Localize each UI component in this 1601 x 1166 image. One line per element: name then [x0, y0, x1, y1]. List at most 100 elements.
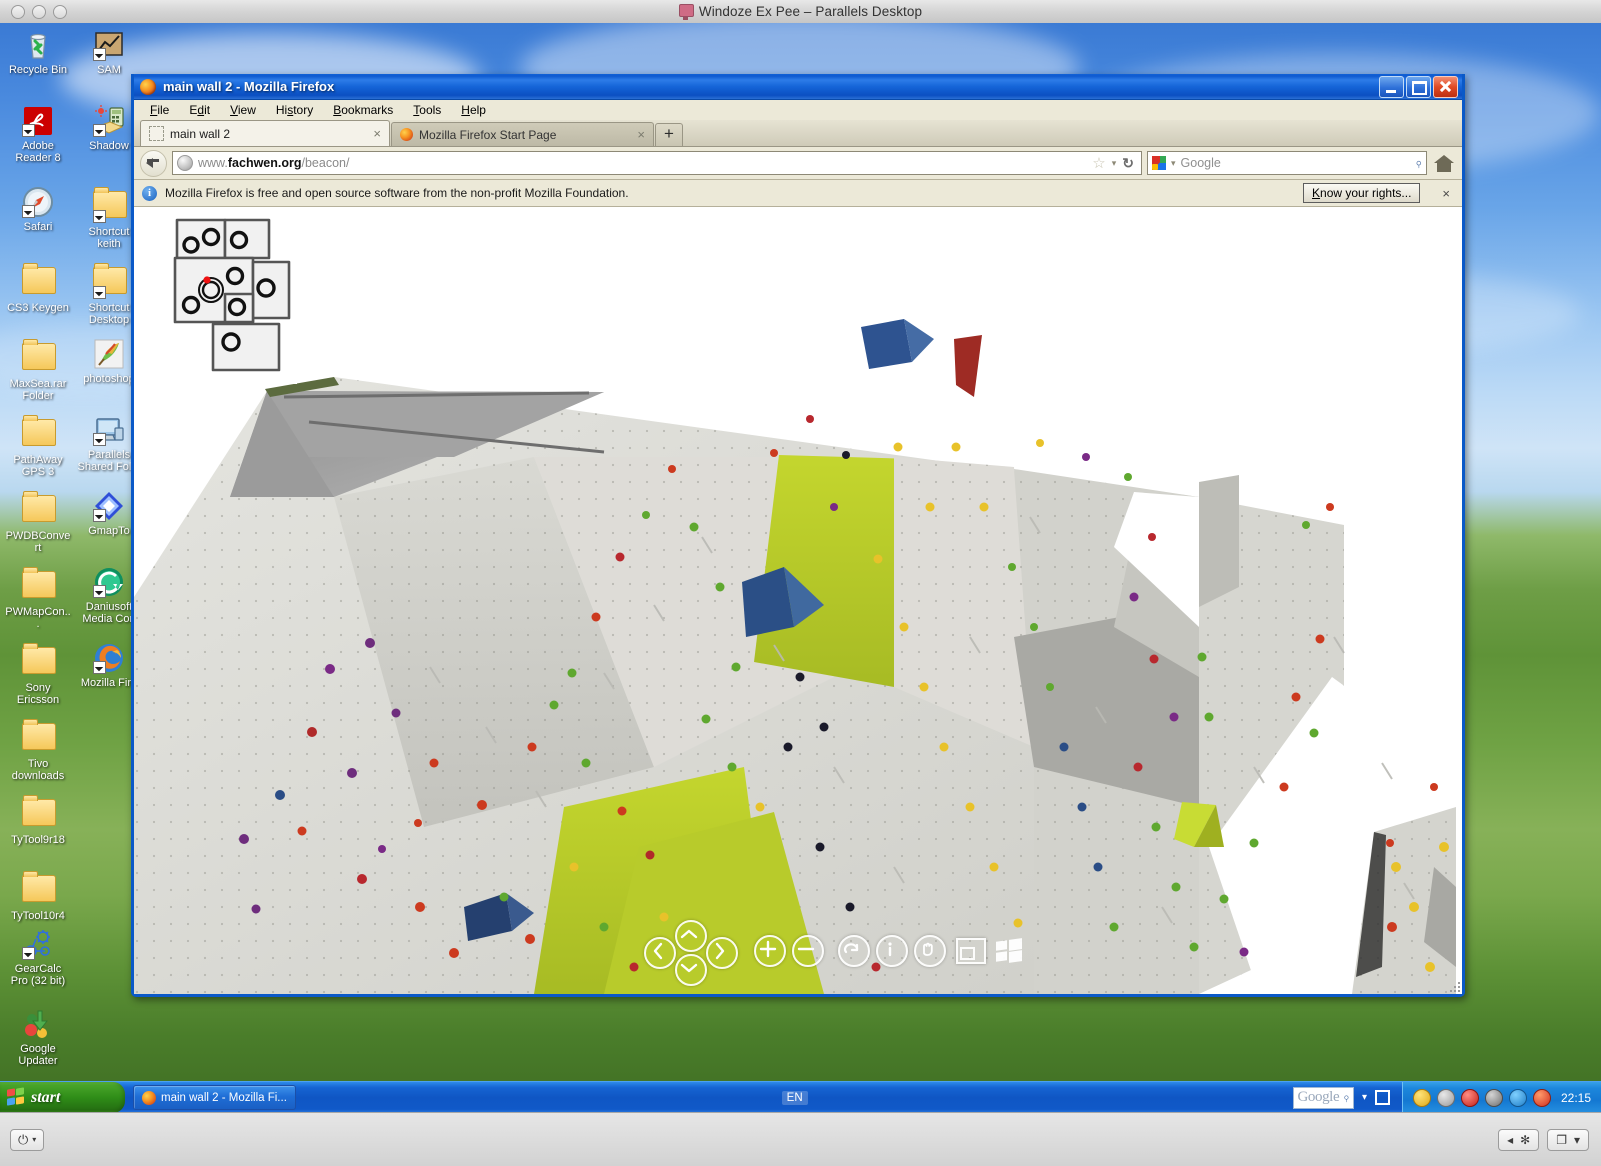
system-tray[interactable]: 22:15 [1401, 1082, 1601, 1113]
network-error-icon[interactable] [1508, 1088, 1527, 1107]
window-resize-grip[interactable] [1447, 979, 1461, 993]
home-icon[interactable] [1432, 151, 1456, 175]
pan-left-button[interactable] [644, 937, 676, 969]
tab-mozilla-firefox-start-page[interactable]: Mozilla Firefox Start Page × [391, 122, 654, 146]
chevron-left-icon: ◂ [1507, 1132, 1514, 1147]
taskbar-item-label: main wall 2 - Mozilla Fi... [161, 1091, 287, 1104]
desktop-icon-pwdbconvert[interactable]: PWDBConvert [5, 490, 71, 554]
desktop-icon-tivo-downloads[interactable]: Tivo downloads [5, 718, 71, 782]
pan-up-button[interactable] [675, 920, 707, 952]
start-button[interactable]: start [0, 1082, 125, 1113]
tab-label: Mozilla Firefox Start Page [419, 127, 557, 142]
shortcut-overlay-icon [22, 124, 35, 137]
desktop-icon-cs3-keygen[interactable]: CS3 Keygen [5, 262, 71, 314]
menu-help[interactable]: Help [453, 101, 494, 119]
address-bar-actions[interactable]: ☆ ▾ ↻ [1092, 154, 1137, 173]
maximize-button[interactable] [1406, 76, 1431, 98]
firefox-titlebar[interactable]: main wall 2 - Mozilla Firefox [134, 74, 1462, 100]
desktop-icon-safari[interactable]: Safari [5, 186, 71, 233]
new-tab-button[interactable]: + [655, 123, 683, 146]
window-controls[interactable] [1379, 76, 1458, 98]
menu-history[interactable]: History [268, 101, 321, 119]
host-bottom-bar[interactable]: ⏻ ▾ ◂ ✻ ❐ ▾ [0, 1112, 1601, 1166]
panorama-image[interactable] [134, 207, 1456, 994]
host-bottom-actions[interactable]: ◂ ✻ ❐ ▾ [1498, 1128, 1589, 1151]
firefox-window[interactable]: main wall 2 - Mozilla Firefox File Edit … [131, 74, 1465, 997]
search-bar[interactable]: ▾ Google ⌕ [1147, 151, 1427, 175]
power-menu-button[interactable]: ⏻ ▾ [10, 1128, 45, 1151]
opera-icon[interactable] [1532, 1088, 1551, 1107]
pan-right-button[interactable] [706, 937, 738, 969]
menu-edit[interactable]: Edit [181, 101, 218, 119]
bookmark-star-icon[interactable]: ☆ [1092, 154, 1105, 172]
page-content[interactable] [134, 207, 1462, 994]
pan-down-button[interactable] [675, 954, 707, 986]
search-icon[interactable]: ⌕ [1339, 1090, 1354, 1105]
tab-main-wall-2[interactable]: main wall 2 × [140, 120, 390, 146]
windows-desktop[interactable]: Recycle Bin SAM Adobe Reader 8 Shadow Sa… [0, 23, 1601, 1113]
chevron-down-icon[interactable]: ▾ [1362, 1092, 1367, 1103]
pan-hand-button[interactable] [914, 935, 946, 967]
folder-icon [22, 263, 56, 299]
close-notification-icon[interactable]: × [1438, 186, 1454, 201]
tab-close-icon[interactable]: × [637, 127, 645, 142]
panorama-control-bar[interactable] [644, 920, 1022, 986]
windows-flag-icon [7, 1087, 26, 1106]
desktop-icon-label: Adobe Reader 8 [15, 140, 61, 164]
desktop-icon-recycle-bin[interactable]: Recycle Bin [5, 29, 71, 76]
desktop-icon-sony-ericsson[interactable]: Sony Ericsson [5, 642, 71, 706]
desktop-icon-pathaway-gps-3[interactable]: PathAway GPS 3 [5, 414, 71, 478]
reload-icon[interactable]: ↻ [1122, 155, 1134, 172]
desktop-icon-label: Sony Ericsson [16, 682, 60, 706]
firefox-notification-bar[interactable]: i Mozilla Firefox is free and open sourc… [134, 180, 1462, 207]
pan-dpad[interactable] [644, 920, 740, 986]
zoom-out-button[interactable] [792, 935, 824, 967]
menu-bookmarks[interactable]: Bookmarks [325, 101, 401, 119]
google-engine-icon[interactable] [1152, 156, 1166, 170]
windows-taskbar[interactable]: start main wall 2 - Mozilla Fi... EN Goo… [0, 1081, 1601, 1113]
tab-close-icon[interactable]: × [373, 126, 381, 141]
search-icon[interactable]: ⌕ [1410, 155, 1426, 171]
back-button[interactable] [140, 149, 167, 177]
firefox-tabstrip[interactable]: main wall 2 × Mozilla Firefox Start Page… [134, 120, 1462, 147]
taskbar-clock[interactable]: 22:15 [1561, 1091, 1591, 1105]
security-shield-icon[interactable] [1412, 1088, 1431, 1107]
host-view-mode-button[interactable]: ❐ ▾ [1547, 1128, 1589, 1151]
wall-plan-minimap[interactable] [167, 212, 297, 384]
minimize-button[interactable] [1379, 76, 1404, 98]
menu-file[interactable]: File [142, 101, 177, 119]
panorama-viewer[interactable] [134, 207, 1456, 994]
desktop-icon-tytool9r18[interactable]: TyTool9r18 [5, 794, 71, 846]
taskbar-item-main-wall-2[interactable]: main wall 2 - Mozilla Fi... [133, 1085, 296, 1110]
info-button[interactable] [876, 935, 908, 967]
desktop-icon-grid[interactable]: Recycle Bin SAM Adobe Reader 8 Shadow Sa… [0, 23, 142, 1067]
antivirus-icon[interactable] [1436, 1088, 1455, 1107]
red-shield-alert-icon[interactable] [1460, 1088, 1479, 1107]
desktop-icon-maxsea-rar-folder[interactable]: MaxSea.rar Folder [5, 338, 71, 402]
fullscreen-button[interactable] [956, 938, 986, 964]
volume-icon[interactable] [1484, 1088, 1503, 1107]
desktop-icon-tytool10r4[interactable]: TyTool10r4 [5, 870, 71, 922]
search-input-placeholder[interactable]: Google [1181, 156, 1221, 170]
know-your-rights-button[interactable]: Know your rights... [1303, 183, 1421, 203]
firefox-menubar[interactable]: File Edit View History Bookmarks Tools H… [134, 100, 1462, 120]
windows-logo-button[interactable] [996, 938, 1022, 963]
desktop-icon-pwmapcon[interactable]: PWMapCon... [5, 566, 71, 630]
desktop-icon-gearcalc-pro[interactable]: GearCalc Pro (32 bit) [5, 928, 71, 987]
search-engine-chevron-icon[interactable]: ▾ [1171, 158, 1176, 169]
desktop-icon-adobe-reader-8[interactable]: Adobe Reader 8 [5, 105, 71, 164]
taskbar-google-search-box[interactable]: Google ⌕ [1293, 1086, 1354, 1109]
show-desktop-icon[interactable] [1374, 1090, 1390, 1105]
menu-tools[interactable]: Tools [405, 101, 449, 119]
host-toggle-sidebar-button[interactable]: ◂ ✻ [1498, 1128, 1540, 1151]
firefox-navigation-toolbar[interactable]: www.fachwen.org/beacon/ ☆ ▾ ↻ ▾ Google ⌕ [134, 147, 1462, 180]
language-indicator[interactable]: EN [781, 1090, 808, 1105]
close-button[interactable] [1433, 76, 1458, 98]
address-bar[interactable]: www.fachwen.org/beacon/ ☆ ▾ ↻ [172, 151, 1142, 175]
menu-view[interactable]: View [222, 101, 264, 119]
autorotate-button[interactable] [838, 935, 870, 967]
desktop-icon-sam[interactable]: SAM [76, 29, 142, 76]
desktop-icon-google-updater[interactable]: Google Updater [5, 1008, 71, 1067]
chevron-down-icon[interactable]: ▾ [1112, 158, 1117, 169]
zoom-in-button[interactable] [754, 935, 786, 967]
